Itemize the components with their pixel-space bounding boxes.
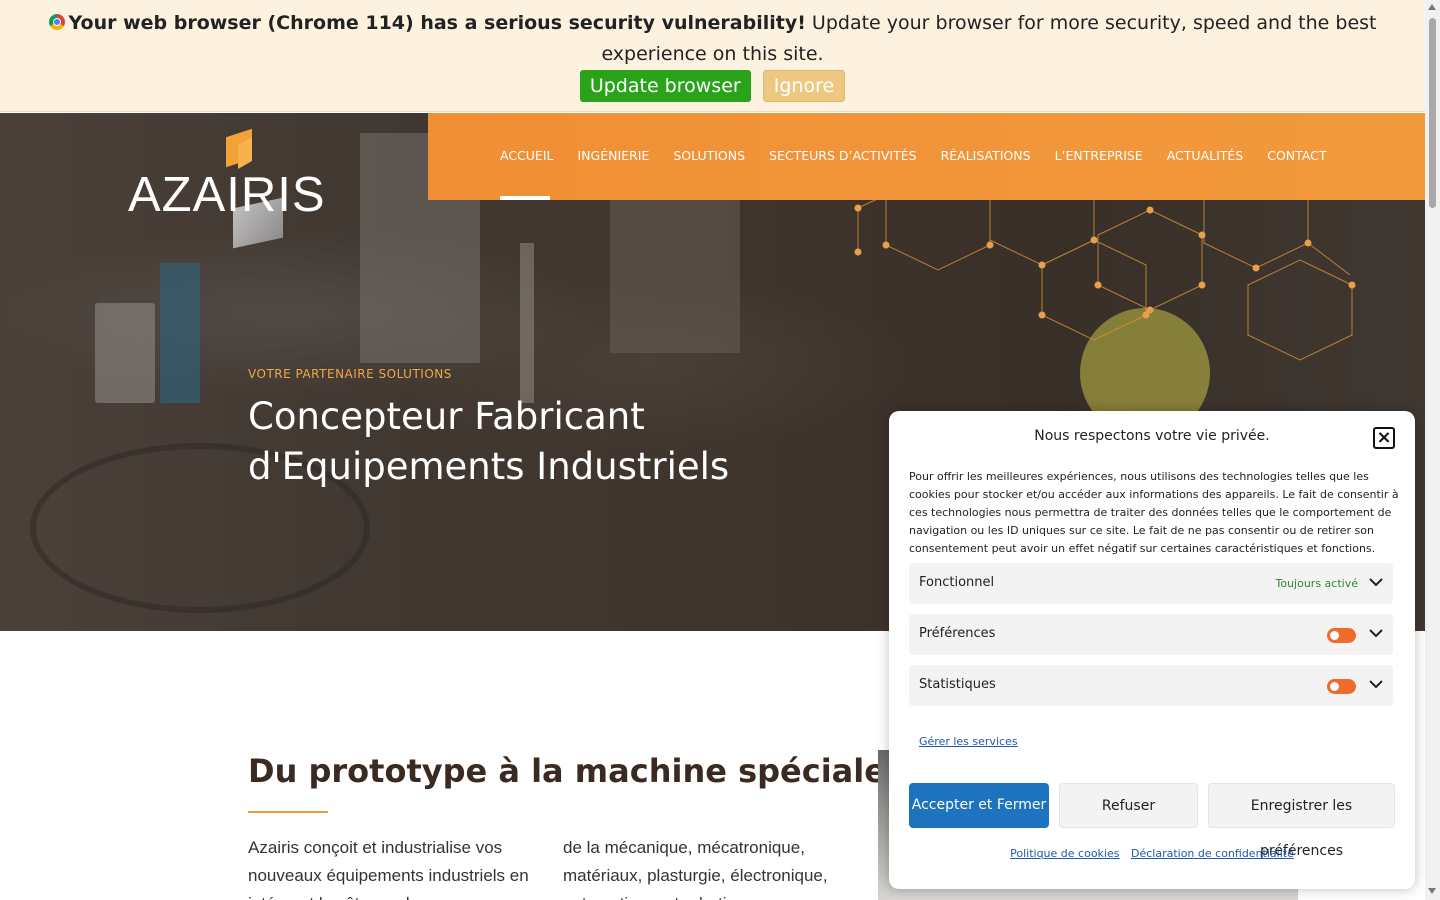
update-warning: Your web browser (Chrome 114) has a seri… <box>68 12 806 34</box>
statistics-toggle[interactable] <box>1327 679 1356 694</box>
main-navigation: ACCUEIL INGÉNIERIE SOLUTIONS SECTEURS D’… <box>428 113 1425 200</box>
nav-item-entreprise[interactable]: L’ENTREPRISE <box>1055 148 1143 163</box>
nav-item-realisations[interactable]: RÉALISATIONS <box>941 148 1031 163</box>
scroll-up-arrow-icon[interactable] <box>1428 4 1436 10</box>
ignore-button[interactable]: Ignore <box>762 70 846 102</box>
nav-item-contact[interactable]: CONTACT <box>1267 148 1326 163</box>
logo-text: AZAIRIS <box>128 168 326 222</box>
cookie-category-preferences[interactable]: Préférences <box>909 614 1393 655</box>
preferences-toggle[interactable] <box>1327 628 1356 643</box>
chevron-down-icon[interactable] <box>1369 626 1383 640</box>
nav-item-actualites[interactable]: ACTUALITÉS <box>1167 148 1244 163</box>
nav-item-solutions[interactable]: SOLUTIONS <box>673 148 745 163</box>
azairis-logo[interactable]: AZAIRIS <box>128 128 338 249</box>
nav-item-secteurs[interactable]: SECTEURS D’ACTIVITÉS <box>769 148 917 163</box>
scroll-down-arrow-icon[interactable] <box>1428 888 1436 894</box>
hero-bg-shape <box>160 263 200 403</box>
hero-kicker: VOTRE PARTENAIRE SOLUTIONS <box>248 367 452 381</box>
cookie-links: Politique de cookies Déclaration de conf… <box>889 847 1415 860</box>
hero-title: Concepteur Fabricant d'Equipements Indus… <box>248 392 808 492</box>
save-preferences-button[interactable]: Enregistrer les préférences <box>1208 783 1395 859</box>
update-buttons: Update browser Ignore <box>10 70 1415 102</box>
section-title-underline <box>248 811 328 813</box>
hero-title-line2: d'Equipements Industriels <box>248 445 730 488</box>
chevron-down-icon[interactable] <box>1369 575 1383 589</box>
hero-bg-shape <box>95 303 155 403</box>
refuse-button[interactable]: Refuser <box>1059 783 1198 828</box>
cookie-category-statistiques[interactable]: Statistiques <box>909 665 1393 706</box>
category-name: Fonctionnel <box>919 575 995 590</box>
category-name: Préférences <box>919 626 996 641</box>
scrollbar-thumb[interactable] <box>1429 18 1436 208</box>
always-active-label: Toujours activé <box>1275 577 1359 590</box>
update-browser-button[interactable]: Update browser <box>579 70 751 102</box>
privacy-statement-link[interactable]: Déclaration de confidentialité <box>1131 847 1294 860</box>
category-name: Statistiques <box>919 677 996 692</box>
update-message: Your web browser (Chrome 114) has a seri… <box>10 8 1415 70</box>
cookie-consent-modal: Nous respectons votre vie privée. × Pour… <box>889 411 1415 889</box>
cookie-description: Pour offrir les meilleures expériences, … <box>909 470 1399 555</box>
chevron-down-icon[interactable] <box>1369 677 1383 691</box>
accept-button[interactable]: Accepter et Fermer <box>909 783 1049 828</box>
nav-item-ingenierie[interactable]: INGÉNIERIE <box>578 148 650 163</box>
hero-bg-shape <box>520 243 534 403</box>
cookie-title: Nous respectons votre vie privée. <box>1034 428 1270 444</box>
page-scrollbar[interactable] <box>1425 0 1440 900</box>
close-icon[interactable]: × <box>1373 427 1395 449</box>
browser-update-bar: Your web browser (Chrome 114) has a seri… <box>0 0 1425 112</box>
hero-title-line1: Concepteur Fabricant <box>248 395 645 438</box>
section-title: Du prototype à la machine spéciale <box>248 752 886 790</box>
nav-item-accueil[interactable]: ACCUEIL <box>500 148 554 200</box>
cookie-policy-link[interactable]: Politique de cookies <box>1010 847 1119 860</box>
cookie-category-fonctionnel[interactable]: Fonctionnel Toujours activé <box>909 563 1393 604</box>
nav-menu: ACCUEIL INGÉNIERIE SOLUTIONS SECTEURS D’… <box>500 148 1351 200</box>
manage-services-link[interactable]: Gérer les services <box>919 735 1018 748</box>
chrome-icon <box>48 14 65 30</box>
section-text-col2: de la mécanique, mécatronique, matériaux… <box>563 838 828 900</box>
section-text-col1: Azairis conçoit et industrialise vos nou… <box>248 838 529 900</box>
